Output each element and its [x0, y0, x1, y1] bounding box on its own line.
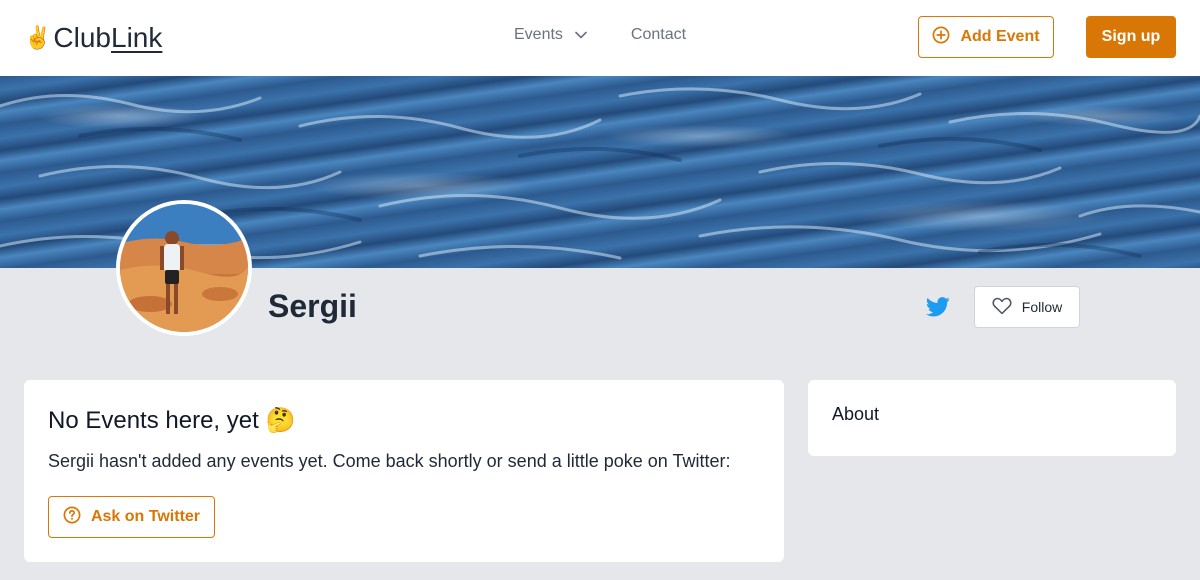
- signup-button[interactable]: Sign up: [1086, 16, 1176, 58]
- follow-button[interactable]: Follow: [974, 286, 1080, 328]
- victory-hand-icon: ✌️: [24, 25, 52, 50]
- chevron-down-icon: [575, 31, 587, 39]
- twitter-icon[interactable]: [926, 296, 950, 318]
- ask-on-twitter-button[interactable]: Ask on Twitter: [48, 496, 215, 538]
- no-events-message: Sergii hasn't added any events yet. Come…: [48, 451, 731, 471]
- profile-name: Sergii: [268, 288, 357, 324]
- plus-circle-icon: [932, 26, 950, 49]
- navbar: ✌️ Club Link Events Contact Add Event Si…: [0, 0, 1200, 76]
- ask-on-twitter-label: Ask on Twitter: [90, 508, 201, 525]
- follow-label: Follow: [1021, 299, 1063, 315]
- logo-text-link: Link: [111, 22, 163, 53]
- nav-events-label: Events: [514, 26, 563, 43]
- nav-contact-label: Contact: [630, 26, 687, 43]
- no-events-heading: No Events here, yet 🤔: [48, 407, 296, 434]
- main-nav: Events Contact: [514, 26, 686, 44]
- about-heading: About: [832, 404, 880, 424]
- heart-icon: [992, 297, 1012, 318]
- question-circle-icon: [63, 506, 81, 529]
- clublink-logo[interactable]: ✌️ Club Link: [24, 22, 162, 54]
- about-card: About: [808, 380, 1176, 456]
- nav-events-dropdown[interactable]: Events: [514, 26, 587, 44]
- add-event-label: Add Event: [960, 28, 1040, 45]
- add-event-button[interactable]: Add Event: [918, 16, 1054, 58]
- nav-contact-link[interactable]: Contact: [631, 26, 686, 44]
- logo-text-club: Club: [53, 22, 111, 53]
- profile-avatar: [116, 200, 252, 336]
- events-card: No Events here, yet 🤔 Sergii hasn't adde…: [24, 380, 784, 562]
- avatar-photo: [120, 204, 248, 332]
